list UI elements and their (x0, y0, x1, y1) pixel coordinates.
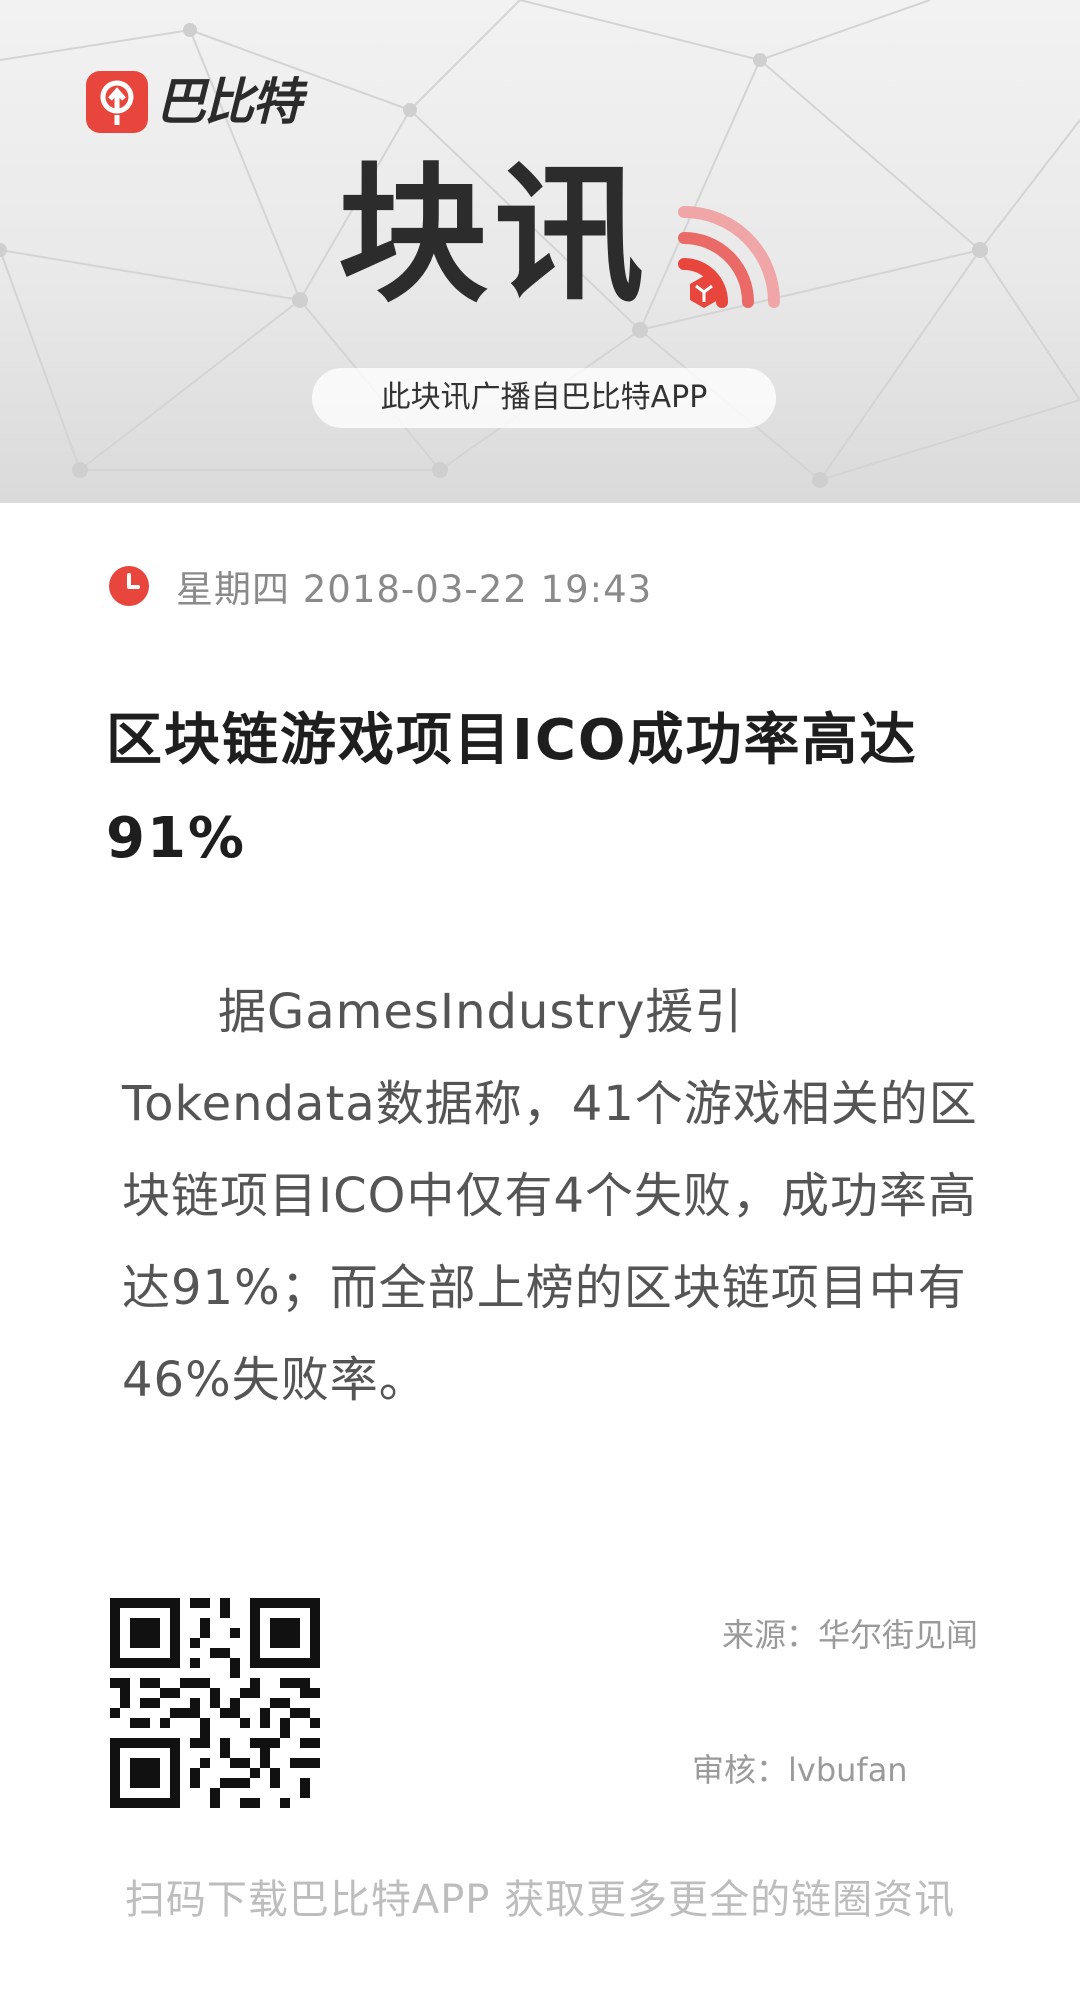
article-reviewer: 审核：lvbufan (692, 1751, 908, 1789)
news-card: 巴比特 块讯 此块讯广播自巴比特APP 星期四 2018-03-22 19:43… (0, 0, 1080, 1995)
broadcast-source-pill: 此块讯广播自巴比特APP (312, 368, 776, 428)
brand-logo: 巴比特 (86, 70, 302, 134)
download-cta: 扫码下载巴比特APP 获取更多更全的链圈资讯 (124, 1877, 956, 1923)
kuaixun-headline: 块讯 (338, 147, 651, 323)
publish-date-row: 星期四 2018-03-22 19:43 (108, 562, 653, 611)
article-source: 来源：华尔街见闻 (721, 1616, 978, 1654)
article-title: 区块链游戏项目ICO成功率高达91% (106, 708, 918, 871)
article-body: 据GamesIndustry援引Tokendata数据称，41个游戏相关的区块链… (122, 984, 978, 1408)
babite-logo-icon (86, 71, 148, 133)
clock-icon (109, 566, 149, 606)
broadcast-wave-icon (678, 206, 780, 308)
publish-date: 星期四 2018-03-22 19:43 (176, 568, 653, 611)
qr-code-icon (110, 1598, 320, 1808)
header-banner: 巴比特 块讯 此块讯广播自巴比特APP (0, 0, 1080, 503)
brand-logo-text: 巴比特 (156, 73, 302, 131)
